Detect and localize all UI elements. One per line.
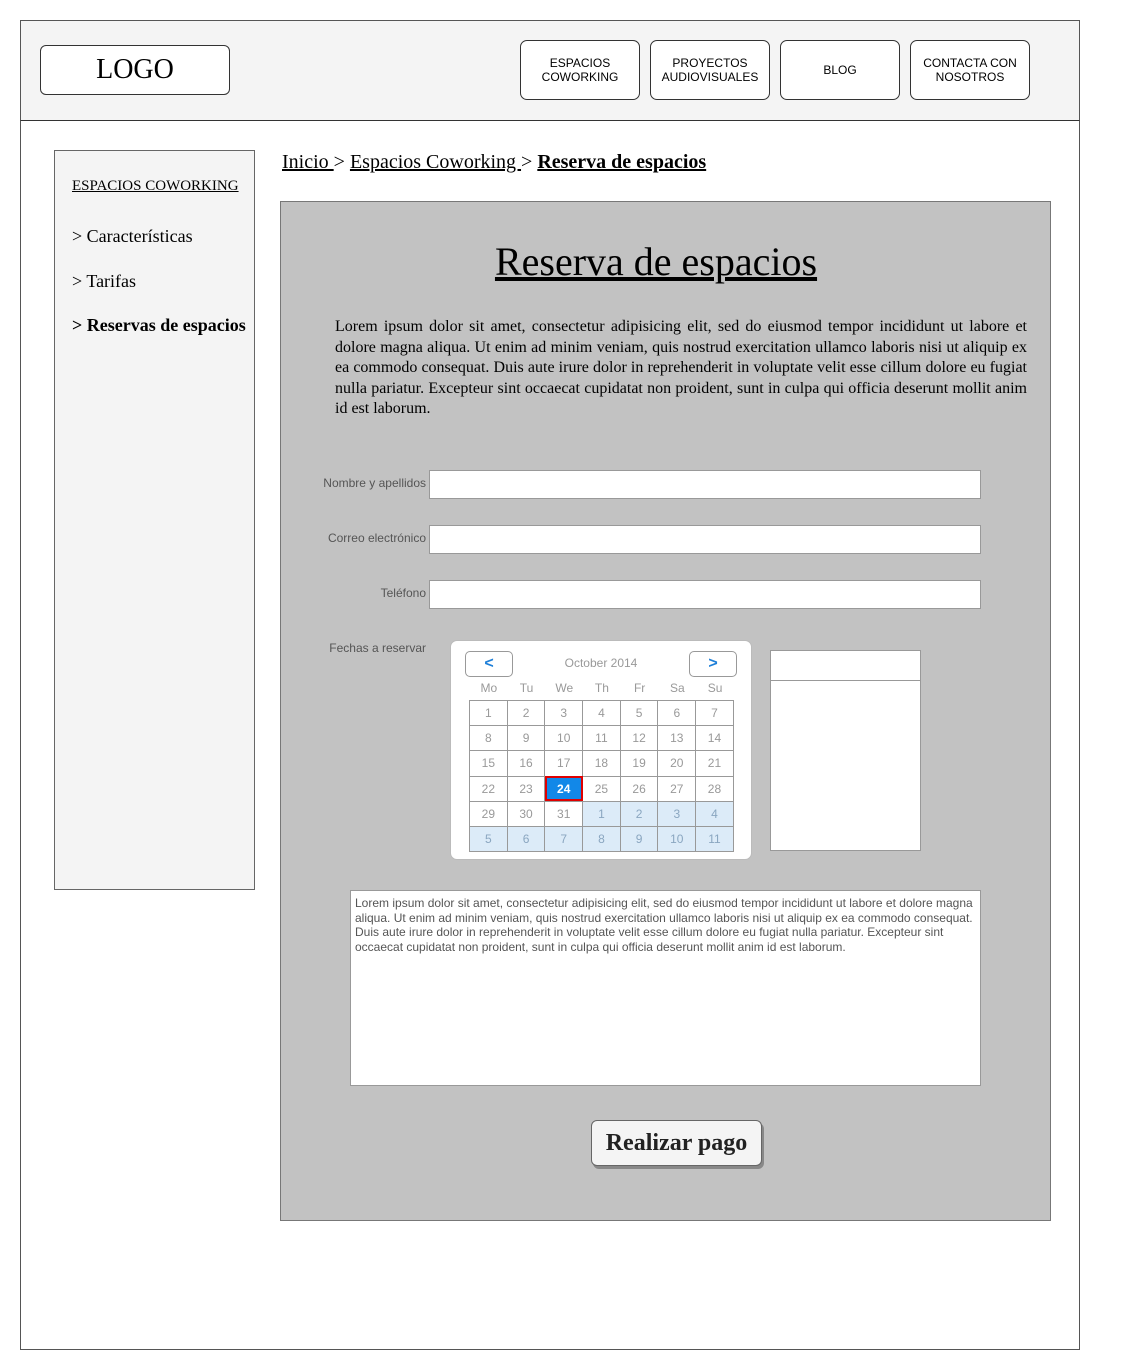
prev-month-button[interactable]: < [465, 651, 513, 677]
calendar-day[interactable]: 18 [582, 750, 621, 777]
calendar-day[interactable]: 27 [657, 775, 697, 802]
calendar-day[interactable]: 6 [506, 825, 546, 853]
intro-paragraph: Lorem ipsum dolor sit amet, consectetur … [335, 318, 1027, 417]
calendar-day[interactable]: 22 [469, 775, 508, 802]
calendar-day[interactable]: 7 [544, 825, 584, 853]
calendar-day[interactable]: 5 [469, 825, 508, 853]
calendar-day[interactable]: 20 [657, 750, 697, 777]
email-label: Correo electrónico [327, 531, 426, 545]
sidebar-item-reservas[interactable]: > Reservas de espacios [72, 315, 246, 336]
calendar-week-row: 29 30 31 1 2 3 4 [469, 800, 734, 827]
calendar-week-row: 1234567 [469, 699, 734, 727]
breadcrumb-separator: > [333, 151, 350, 173]
calendar-month-label: October 2014 [564, 656, 638, 670]
calendar-day[interactable]: 11 [582, 725, 621, 752]
calendar-day[interactable]: 2 [619, 800, 659, 827]
calendar-day[interactable]: 12 [619, 725, 659, 752]
calendar-day[interactable]: 30 [506, 800, 546, 827]
calendar-day[interactable]: 17 [544, 750, 584, 777]
nav-proyectos-audiovisuales[interactable]: PROYECTOS AUDIOVISUALES [650, 40, 770, 100]
name-field[interactable] [429, 470, 981, 499]
calendar-day[interactable]: 11 [695, 825, 734, 853]
breadcrumb-section-link[interactable]: Espacios Coworking [350, 151, 521, 173]
calendar-day[interactable]: 10 [544, 725, 584, 752]
calendar-day[interactable]: 10 [657, 825, 697, 853]
comments-textarea[interactable]: Lorem ipsum dolor sit amet, consectetur … [350, 890, 981, 1086]
calendar-day[interactable]: 25 [582, 775, 621, 802]
calendar-day[interactable]: 14 [695, 725, 734, 752]
calendar-grid: 1 2 3 4 5 6 7 8 9 10 11 12 13 14 15 16 17 18 19 20 21 22 23 24 2… [469, 699, 734, 853]
name-label: Nombre y apellidos [323, 476, 426, 490]
weekday-label: Sa [670, 681, 685, 695]
logo[interactable]: LOGO [40, 45, 230, 95]
calendar-day[interactable]: 3 [544, 699, 584, 727]
calendar-day[interactable]: 1 [582, 800, 621, 827]
breadcrumb-separator: > [521, 151, 538, 173]
dates-label: Fechas a reservar [329, 641, 426, 655]
calendar-day[interactable]: 21 [695, 750, 734, 777]
calendar-day[interactable]: 1 [469, 699, 508, 727]
calendar-day[interactable]: 15 [469, 750, 508, 777]
calendar-day[interactable]: 16 [506, 750, 546, 777]
nav-contacta[interactable]: CONTACTA CON NOSOTROS [910, 40, 1030, 100]
weekday-label: Tu [519, 681, 534, 695]
sidebar [54, 150, 255, 890]
weekday-label: We [555, 681, 574, 695]
next-month-button[interactable]: > [689, 651, 737, 677]
pay-button[interactable]: Realizar pago [591, 1120, 762, 1166]
calendar-day[interactable]: 28 [695, 775, 734, 802]
phone-label: Teléfono [380, 586, 426, 600]
calendar-day[interactable]: 13 [657, 725, 697, 752]
selected-dates-list[interactable] [770, 650, 921, 851]
calendar-day[interactable]: 9 [619, 825, 659, 853]
calendar-day[interactable]: 19 [619, 750, 659, 777]
sidebar-item-tarifas[interactable]: > Tarifas [72, 271, 136, 292]
calendar-day[interactable]: 23 [506, 775, 546, 802]
nav-espacios-coworking[interactable]: ESPACIOS COWORKING [520, 40, 640, 100]
calendar-day[interactable]: 9 [506, 725, 546, 752]
weekday-label: Su [707, 681, 723, 695]
calendar-week-row: 15 16 17 18 19 20 21 [469, 750, 734, 777]
calendar-day[interactable]: 4 [695, 800, 734, 827]
calendar-day[interactable]: 4 [582, 699, 621, 727]
calendar-day[interactable]: 7 [695, 699, 734, 727]
calendar-day[interactable]: 5 [619, 699, 659, 727]
calendar-day[interactable]: 2 [506, 699, 546, 727]
weekday-label: Fr [633, 681, 646, 695]
sidebar-item-caracteristicas[interactable]: > Características [72, 226, 193, 247]
calendar-day[interactable]: 6 [657, 699, 697, 727]
breadcrumb-current: Reserva de espacios [537, 151, 707, 173]
calendar-week-row: 22 23 24 25 26 27 28 [469, 775, 734, 802]
selected-dates-list-header [771, 651, 920, 681]
calendar-day-selected[interactable]: 24 [544, 775, 584, 802]
calendar-day[interactable]: 29 [469, 800, 508, 827]
weekday-label: Th [594, 681, 609, 695]
calendar-day[interactable]: 3 [657, 800, 697, 827]
breadcrumb-home-link[interactable]: Inicio [282, 151, 334, 173]
sidebar-title-link[interactable]: ESPACIOS COWORKING [72, 178, 239, 195]
calendar-day[interactable]: 8 [469, 725, 508, 752]
calendar-day[interactable]: 8 [582, 825, 621, 853]
email-field[interactable] [429, 525, 981, 554]
breadcrumb: Inicio > Espacios Coworking > Reserva de… [282, 151, 706, 174]
calendar-week-row: 5 6 7 8 9 10 11 [469, 825, 734, 853]
calendar-day[interactable]: 31 [544, 800, 584, 827]
calendar-day[interactable]: 26 [619, 775, 659, 802]
weekday-label: Mo [480, 681, 498, 695]
nav-blog[interactable]: BLOG [780, 40, 900, 100]
phone-field[interactable] [429, 580, 981, 609]
page-title: Reserva de espacios [494, 239, 818, 284]
calendar-week-row: 8 9 10 11 12 13 14 [469, 725, 734, 752]
